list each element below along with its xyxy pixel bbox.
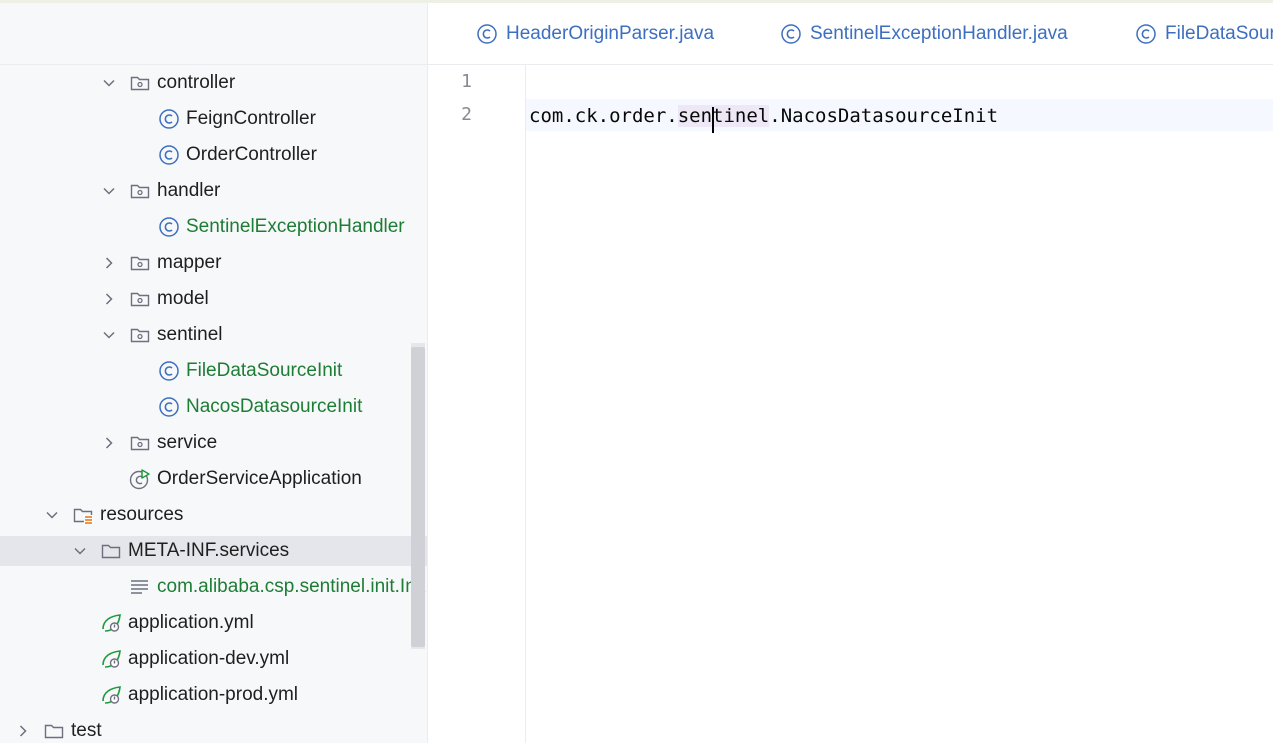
spring-config-icon	[100, 684, 122, 706]
tree-item-sentinel[interactable]: sentinel	[0, 320, 427, 350]
tree-item-label: sentinel	[157, 324, 223, 345]
package-folder-icon	[129, 180, 151, 202]
text-caret	[712, 107, 715, 133]
chevron-down-icon[interactable]	[45, 508, 59, 522]
tab-headeroriginparser[interactable]: HeaderOriginParser.java	[476, 3, 714, 64]
spring-config-icon	[100, 612, 122, 634]
tree-item-label: resources	[100, 504, 184, 525]
text-file-icon	[129, 576, 151, 598]
tree-item-label: model	[157, 288, 209, 309]
tree-item-handler[interactable]: handler	[0, 176, 427, 206]
highlighted-identifier: sen tinel	[677, 105, 770, 133]
tree-item-label: service	[157, 432, 218, 453]
tree-item-mapper[interactable]: mapper	[0, 248, 427, 278]
tree-item-init-func-file[interactable]: com.alibaba.csp.sentinel.init.Init	[0, 572, 427, 602]
tree-item-label: NacosDatasourceInit	[186, 396, 363, 417]
tab-sentinelexceptionhandler[interactable]: SentinelExceptionHandler.java	[780, 3, 1068, 64]
tree-item-label: FileDataSourceInit	[186, 360, 343, 381]
tree-item-label: application-prod.yml	[128, 684, 299, 705]
tree-item-label: OrderServiceApplication	[157, 468, 362, 489]
code-text: com.ck.order.	[529, 105, 678, 127]
tree-item-label: SentinelExceptionHandler	[186, 216, 405, 237]
chevron-right-icon[interactable]	[16, 724, 30, 738]
chevron-down-icon[interactable]	[73, 544, 87, 558]
tree-item-test[interactable]: test	[0, 716, 427, 743]
tab-label: HeaderOriginParser.java	[506, 22, 715, 44]
tree-item-nacosdatasourceinit[interactable]: NacosDatasourceInit	[0, 392, 427, 422]
package-folder-icon	[129, 252, 151, 274]
tree-item-service[interactable]: service	[0, 428, 427, 458]
tree-item-filedatasourceinit[interactable]: FileDataSourceInit	[0, 356, 427, 386]
tree-item-application-dev-yml[interactable]: application-dev.yml	[0, 644, 427, 674]
java-class-icon	[476, 23, 498, 45]
folder-icon	[100, 540, 122, 562]
line-number: 1	[461, 71, 472, 92]
project-tree-header	[0, 3, 427, 65]
tree-item-meta-inf-services[interactable]: META-INF.services	[0, 536, 427, 566]
java-class-icon	[158, 216, 180, 238]
code-editor[interactable]	[526, 65, 1273, 743]
tree-item-label: application.yml	[128, 612, 254, 633]
tree-item-label: handler	[157, 180, 221, 201]
java-class-icon	[780, 23, 802, 45]
java-class-icon	[158, 360, 180, 382]
line-number: 2	[461, 104, 472, 125]
package-folder-icon	[129, 72, 151, 94]
code-text: tinel	[712, 105, 770, 127]
package-folder-icon	[129, 432, 151, 454]
tree-item-label: controller	[157, 72, 236, 93]
tree-item-resources[interactable]: resources	[0, 500, 427, 530]
tab-label: SentinelExceptionHandler.java	[810, 22, 1068, 44]
tree-item-application-prod-yml[interactable]: application-prod.yml	[0, 680, 427, 710]
tree-item-application-yml[interactable]: application.yml	[0, 608, 427, 638]
tree-scrollbar-thumb[interactable]	[411, 347, 425, 647]
tree-item-label: application-dev.yml	[128, 648, 290, 669]
chevron-down-icon[interactable]	[102, 328, 116, 342]
chevron-down-icon[interactable]	[102, 76, 116, 90]
resources-folder-icon	[72, 504, 94, 526]
tree-item-label: mapper	[157, 252, 222, 273]
chevron-right-icon[interactable]	[102, 292, 116, 306]
java-class-icon	[158, 396, 180, 418]
tab-label: FileDataSour	[1165, 22, 1273, 44]
java-class-icon	[1135, 23, 1157, 45]
tree-item-sentinelexceptionhandler[interactable]: SentinelExceptionHandler	[0, 212, 427, 242]
tree-item-controller[interactable]: controller	[0, 68, 427, 98]
code-text: sen	[677, 105, 713, 127]
chevron-right-icon[interactable]	[102, 256, 116, 270]
code-line-2[interactable]: com.ck.order.sen tinel.NacosDatasourceIni…	[529, 101, 999, 133]
tree-item-label: FeignController	[186, 108, 316, 129]
project-tree-panel: controller FeignController OrderControll…	[0, 3, 428, 743]
chevron-down-icon[interactable]	[102, 184, 116, 198]
tree-item-label: OrderController	[186, 144, 317, 165]
tree-item-orderserviceapplication[interactable]: OrderServiceApplication	[0, 464, 427, 494]
tree-item-label: META-INF.services	[128, 540, 290, 561]
spring-config-icon	[100, 648, 122, 670]
editor-gutter[interactable]: 1 2	[428, 65, 526, 743]
tree-item-feigncontroller[interactable]: FeignController	[0, 104, 427, 134]
package-folder-icon	[129, 324, 151, 346]
spring-boot-app-class-icon	[129, 468, 151, 490]
tree-item-label: com.alibaba.csp.sentinel.init.Init	[157, 576, 426, 597]
java-class-icon	[158, 144, 180, 166]
tab-filedatasourceinit[interactable]: FileDataSour	[1135, 3, 1273, 64]
tree-item-label: test	[71, 720, 102, 741]
tree-item-model[interactable]: model	[0, 284, 427, 314]
editor-tab-bar: HeaderOriginParser.java SentinelExceptio…	[428, 3, 1273, 65]
tree-item-ordercontroller[interactable]: OrderController	[0, 140, 427, 170]
java-class-icon	[158, 108, 180, 130]
chevron-right-icon[interactable]	[102, 436, 116, 450]
folder-icon	[43, 720, 65, 742]
package-folder-icon	[129, 288, 151, 310]
code-text: .NacosDatasourceInit	[769, 105, 999, 127]
